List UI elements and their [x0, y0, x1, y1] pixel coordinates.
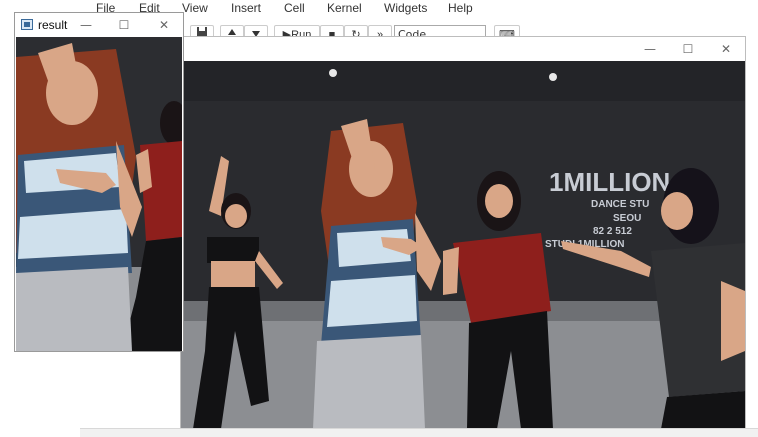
- menu-insert[interactable]: Insert: [231, 0, 261, 16]
- wall-text-line3: 82 2 512: [593, 226, 632, 237]
- ceiling-light: [549, 73, 557, 81]
- wall-text-line2: SEOU: [613, 213, 641, 224]
- cropped-dancer-scene: [16, 37, 182, 351]
- result-maximize-button[interactable]: ☐: [109, 15, 139, 35]
- menu-widgets[interactable]: Widgets: [384, 0, 427, 16]
- video-window-titlebar[interactable]: — ☐ ✕: [181, 37, 745, 61]
- menu-help[interactable]: Help: [448, 0, 473, 16]
- video-frame: 1MILLION DANCE STU SEOU 82 2 512 STUDI 1…: [181, 61, 745, 429]
- wall-text-line1: DANCE STU: [591, 199, 649, 210]
- image-viewer-icon: [21, 19, 33, 30]
- dance-studio-scene: 1MILLION DANCE STU SEOU 82 2 512 STUDI 1…: [181, 61, 745, 429]
- minimize-icon: —: [644, 42, 656, 56]
- ceiling-light: [329, 69, 337, 77]
- wall-logo-text: 1MILLION: [549, 167, 670, 197]
- result-window[interactable]: result — ☐ ✕: [14, 12, 184, 352]
- minimize-button[interactable]: —: [635, 39, 665, 59]
- main-dancer-closeup: [16, 43, 142, 351]
- video-window[interactable]: — ☐ ✕ 1MILLION DANCE STU SEOU 82 2 512 S…: [180, 36, 746, 430]
- result-window-titlebar[interactable]: result — ☐ ✕: [15, 13, 183, 37]
- menu-kernel[interactable]: Kernel: [327, 0, 362, 16]
- maximize-icon: ☐: [118, 18, 130, 32]
- close-button[interactable]: ✕: [711, 39, 741, 59]
- result-close-button[interactable]: ✕: [149, 15, 179, 35]
- close-icon: ✕: [158, 18, 170, 32]
- result-minimize-button[interactable]: —: [71, 15, 101, 35]
- maximize-button[interactable]: ☐: [673, 39, 703, 59]
- menu-view[interactable]: View: [182, 0, 208, 16]
- close-icon: ✕: [720, 42, 732, 56]
- menu-cell[interactable]: Cell: [284, 0, 305, 16]
- maximize-icon: ☐: [682, 42, 694, 56]
- minimize-icon: —: [80, 18, 92, 32]
- result-window-title: result: [38, 18, 68, 32]
- result-cropped-frame: [16, 37, 182, 351]
